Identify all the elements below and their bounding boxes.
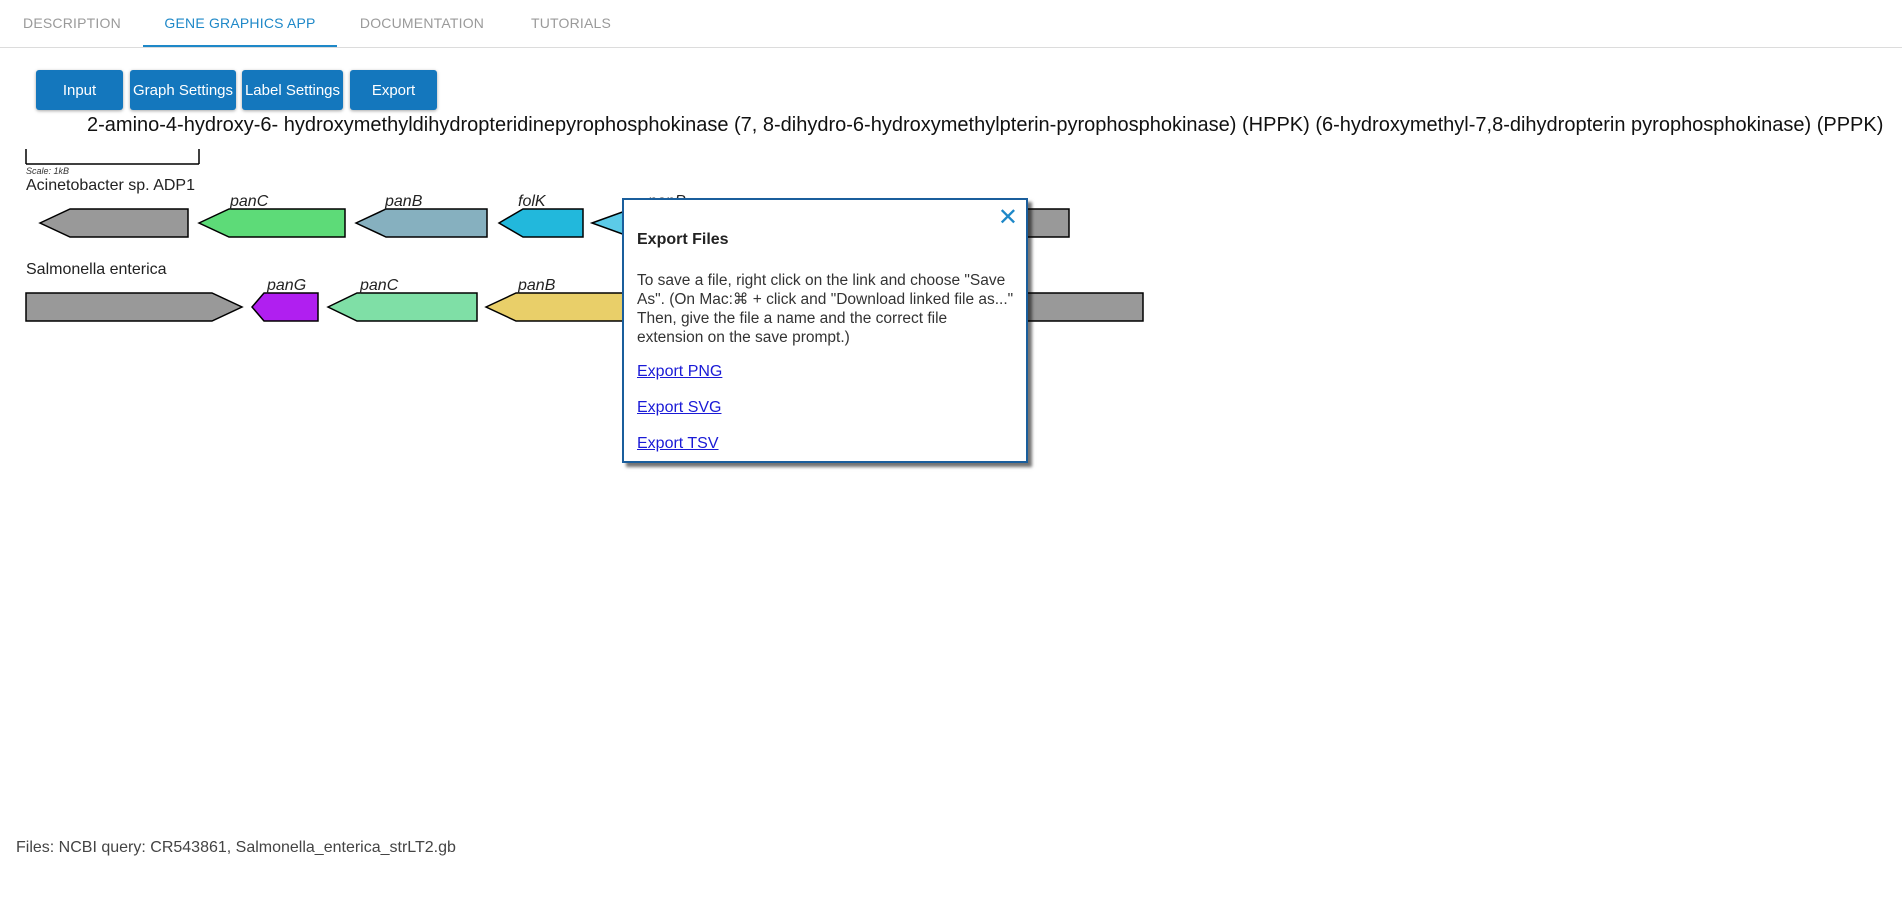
genome-name: Acinetobacter sp. ADP1 bbox=[26, 177, 195, 194]
export-tsv-link[interactable]: Export TSV bbox=[637, 435, 719, 453]
scale-bar: Scale: 1kB bbox=[25, 149, 200, 176]
gene-arrow-panC[interactable] bbox=[326, 292, 478, 322]
modal-title: Export Files bbox=[637, 231, 729, 248]
close-icon[interactable]: ✕ bbox=[998, 204, 1018, 232]
gene-arrow-panB[interactable] bbox=[484, 292, 641, 322]
label-settings-button[interactable]: Label Settings bbox=[242, 70, 343, 110]
gene-label: panB bbox=[384, 193, 423, 210]
tab-tutorials[interactable]: TUTORIALS bbox=[524, 0, 618, 46]
gene-label: panC bbox=[359, 277, 399, 294]
export-svg-link[interactable]: Export SVG bbox=[637, 399, 721, 417]
export-png-link[interactable]: Export PNG bbox=[637, 363, 722, 381]
gene-label: panC bbox=[229, 193, 269, 210]
scale-label: Scale: 1kB bbox=[26, 166, 69, 176]
export-files-modal: ✕ Export Files To save a file, right cli… bbox=[622, 198, 1028, 463]
modal-message: To save a file, right click on the link … bbox=[637, 272, 1014, 346]
gene-arrow-panC[interactable] bbox=[197, 208, 346, 238]
nav-tabs: DESCRIPTION GENE GRAPHICS APP DOCUMENTAT… bbox=[0, 0, 1902, 48]
gene-arrow[interactable] bbox=[25, 292, 244, 322]
graph-settings-button[interactable]: Graph Settings bbox=[130, 70, 236, 110]
gene-arrow[interactable] bbox=[38, 208, 189, 238]
files-status: Files: NCBI query: CR543861, Salmonella_… bbox=[16, 839, 456, 856]
gene-label: panB bbox=[517, 277, 556, 294]
tab-documentation[interactable]: DOCUMENTATION bbox=[352, 0, 492, 46]
gene-arrow-panB[interactable] bbox=[354, 208, 488, 238]
export-button[interactable]: Export bbox=[350, 70, 437, 110]
gene-arrow-panG[interactable] bbox=[251, 292, 319, 322]
tab-description[interactable]: DESCRIPTION bbox=[12, 0, 132, 46]
tab-gene-graphics-app[interactable]: GENE GRAPHICS APP bbox=[143, 0, 337, 47]
gene-label: panG bbox=[266, 277, 306, 294]
genome-name: Salmonella enterica bbox=[26, 261, 167, 278]
input-button[interactable]: Input bbox=[36, 70, 123, 110]
gene-arrow-folK[interactable] bbox=[497, 208, 584, 238]
gene-label: folK bbox=[518, 193, 547, 210]
graph-title: 2-amino-4-hydroxy-6- hydroxymethyldihydr… bbox=[87, 114, 1884, 136]
